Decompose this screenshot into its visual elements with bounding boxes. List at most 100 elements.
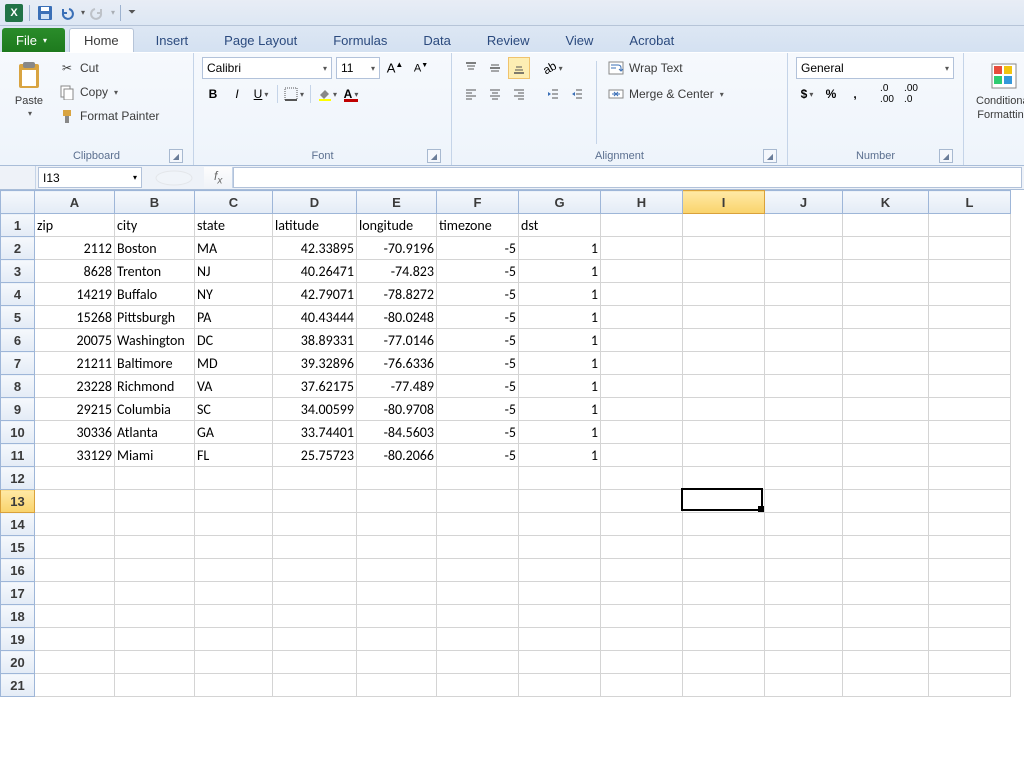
cell-B15[interactable] <box>115 536 195 559</box>
orientation-button[interactable]: ab▾ <box>542 57 564 79</box>
cell-J11[interactable] <box>765 444 843 467</box>
paste-button[interactable]: Paste ▾ <box>8 57 50 148</box>
cell-G11[interactable]: 1 <box>519 444 601 467</box>
cell-L17[interactable] <box>929 582 1011 605</box>
cell-G16[interactable] <box>519 559 601 582</box>
cell-L5[interactable] <box>929 306 1011 329</box>
cell-E20[interactable] <box>357 651 437 674</box>
cell-D21[interactable] <box>273 674 357 697</box>
cell-E4[interactable]: -78.8272 <box>357 283 437 306</box>
bold-button[interactable]: B <box>202 83 224 105</box>
cell-K1[interactable] <box>843 214 929 237</box>
cell-L6[interactable] <box>929 329 1011 352</box>
col-header-B[interactable]: B <box>115 191 195 214</box>
cell-G9[interactable]: 1 <box>519 398 601 421</box>
cell-A2[interactable]: 2112 <box>35 237 115 260</box>
cell-J19[interactable] <box>765 628 843 651</box>
cell-L21[interactable] <box>929 674 1011 697</box>
name-box[interactable]: I13 ▾ <box>38 167 142 188</box>
cell-I6[interactable] <box>683 329 765 352</box>
col-header-G[interactable]: G <box>519 191 601 214</box>
cell-C21[interactable] <box>195 674 273 697</box>
cell-I7[interactable] <box>683 352 765 375</box>
cell-H3[interactable] <box>601 260 683 283</box>
cell-F16[interactable] <box>437 559 519 582</box>
cell-I16[interactable] <box>683 559 765 582</box>
align-left-button[interactable] <box>460 83 482 105</box>
cell-K9[interactable] <box>843 398 929 421</box>
tab-view[interactable]: View <box>551 28 607 52</box>
cell-A12[interactable] <box>35 467 115 490</box>
cell-B18[interactable] <box>115 605 195 628</box>
merge-center-button[interactable]: Merge & Center ▾ <box>605 83 726 105</box>
cell-L15[interactable] <box>929 536 1011 559</box>
cell-F3[interactable]: -5 <box>437 260 519 283</box>
row-header-15[interactable]: 15 <box>1 536 35 559</box>
cell-A1[interactable]: zip <box>35 214 115 237</box>
cell-H17[interactable] <box>601 582 683 605</box>
cell-A17[interactable] <box>35 582 115 605</box>
cell-G12[interactable] <box>519 467 601 490</box>
cell-E10[interactable]: -84.5603 <box>357 421 437 444</box>
cell-J21[interactable] <box>765 674 843 697</box>
cell-J15[interactable] <box>765 536 843 559</box>
cell-D10[interactable]: 33.74401 <box>273 421 357 444</box>
cell-K3[interactable] <box>843 260 929 283</box>
cell-E9[interactable]: -80.9708 <box>357 398 437 421</box>
cell-K4[interactable] <box>843 283 929 306</box>
tab-home[interactable]: Home <box>69 28 134 52</box>
col-header-K[interactable]: K <box>843 191 929 214</box>
cell-J16[interactable] <box>765 559 843 582</box>
col-header-L[interactable]: L <box>929 191 1011 214</box>
cell-C20[interactable] <box>195 651 273 674</box>
cell-G8[interactable]: 1 <box>519 375 601 398</box>
cell-H4[interactable] <box>601 283 683 306</box>
cell-H19[interactable] <box>601 628 683 651</box>
cell-J17[interactable] <box>765 582 843 605</box>
cell-B19[interactable] <box>115 628 195 651</box>
dialog-launcher-icon[interactable]: ◢ <box>939 149 953 163</box>
cell-L7[interactable] <box>929 352 1011 375</box>
cell-B14[interactable] <box>115 513 195 536</box>
cell-E12[interactable] <box>357 467 437 490</box>
cell-E21[interactable] <box>357 674 437 697</box>
cut-button[interactable]: ✂ Cut <box>56 57 161 79</box>
row-header-1[interactable]: 1 <box>1 214 35 237</box>
cell-A18[interactable] <box>35 605 115 628</box>
cell-A13[interactable] <box>35 490 115 513</box>
row-header-5[interactable]: 5 <box>1 306 35 329</box>
cell-E18[interactable] <box>357 605 437 628</box>
cell-D17[interactable] <box>273 582 357 605</box>
cell-L16[interactable] <box>929 559 1011 582</box>
cell-H2[interactable] <box>601 237 683 260</box>
cell-H7[interactable] <box>601 352 683 375</box>
cell-J1[interactable] <box>765 214 843 237</box>
cell-I5[interactable] <box>683 306 765 329</box>
border-button[interactable]: ▾ <box>283 83 305 105</box>
cell-H8[interactable] <box>601 375 683 398</box>
cell-G20[interactable] <box>519 651 601 674</box>
cell-E19[interactable] <box>357 628 437 651</box>
row-header-6[interactable]: 6 <box>1 329 35 352</box>
cell-A9[interactable]: 29215 <box>35 398 115 421</box>
cell-E14[interactable] <box>357 513 437 536</box>
cell-H14[interactable] <box>601 513 683 536</box>
cell-J12[interactable] <box>765 467 843 490</box>
cell-H9[interactable] <box>601 398 683 421</box>
redo-button[interactable] <box>87 3 107 23</box>
cell-L9[interactable] <box>929 398 1011 421</box>
cell-H5[interactable] <box>601 306 683 329</box>
cell-L19[interactable] <box>929 628 1011 651</box>
row-header-21[interactable]: 21 <box>1 674 35 697</box>
cell-D6[interactable]: 38.89331 <box>273 329 357 352</box>
cell-J14[interactable] <box>765 513 843 536</box>
cell-I19[interactable] <box>683 628 765 651</box>
cell-E7[interactable]: -76.6336 <box>357 352 437 375</box>
cell-F2[interactable]: -5 <box>437 237 519 260</box>
italic-button[interactable]: I <box>226 83 248 105</box>
cell-D19[interactable] <box>273 628 357 651</box>
cell-J10[interactable] <box>765 421 843 444</box>
cell-C15[interactable] <box>195 536 273 559</box>
cell-A4[interactable]: 14219 <box>35 283 115 306</box>
undo-button[interactable] <box>57 3 77 23</box>
